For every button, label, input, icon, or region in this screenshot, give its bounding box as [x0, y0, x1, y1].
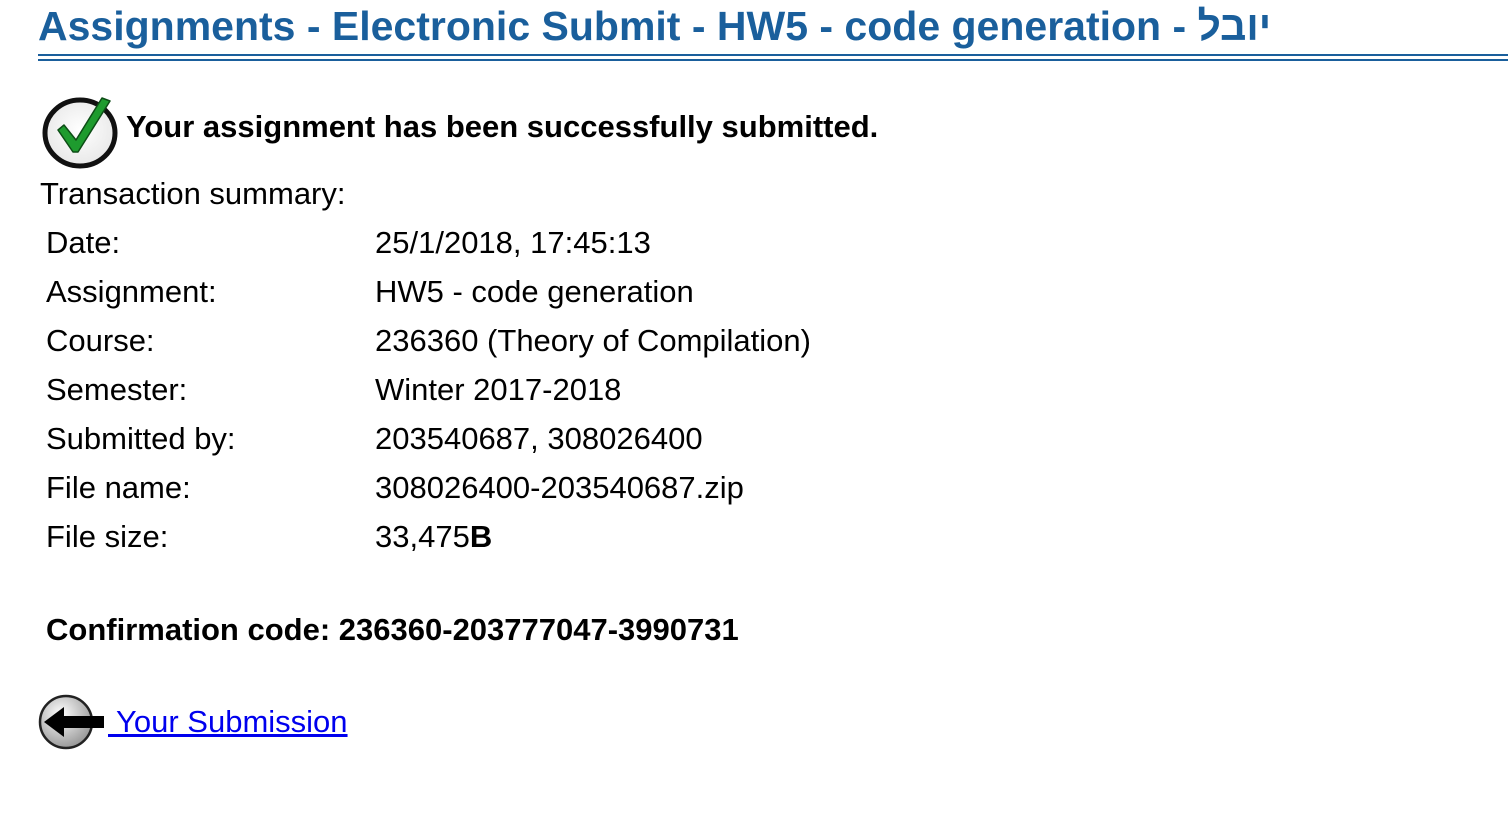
page-title: Assignments - Electronic Submit - HW5 - …	[38, 3, 1272, 49]
assignment-label: Assignment:	[46, 273, 217, 309]
file-name-value: 308026400-203540687.zip	[375, 469, 744, 505]
summary-row-assignment: Assignment: HW5 - code generation	[46, 267, 811, 316]
confirmation-line: Confirmation code: 236360-203777047-3990…	[46, 612, 739, 648]
title-divider	[38, 54, 1508, 61]
submitted-by-value: 203540687, 308026400	[375, 420, 703, 456]
summary-row-file-name: File name: 308026400-203540687.zip	[46, 463, 811, 512]
course-label: Course:	[46, 322, 155, 358]
file-size-unit: B	[469, 518, 493, 554]
your-submission-link[interactable]: Your Submission	[108, 704, 348, 740]
assignment-value: HW5 - code generation	[375, 273, 694, 309]
summary-heading: Transaction summary:	[40, 176, 346, 211]
semester-value: Winter 2017-2018	[375, 371, 622, 407]
summary-row-semester: Semester: Winter 2017-2018	[46, 365, 811, 414]
date-label: Date:	[46, 224, 121, 260]
confirmation-code: 236360-203777047-3990731	[338, 612, 739, 647]
file-size-label: File size:	[46, 518, 169, 554]
success-banner: Your assignment has been successfully su…	[40, 88, 878, 170]
page-header: Assignments - Electronic Submit - HW5 - …	[38, 0, 1508, 61]
success-message: Your assignment has been successfully su…	[126, 109, 879, 144]
success-checkmark-icon	[42, 97, 118, 169]
summary-row-date: Date: 25/1/2018, 17:45:13	[46, 218, 811, 267]
submitted-by-label: Submitted by:	[46, 420, 236, 456]
file-name-label: File name:	[46, 469, 191, 505]
semester-label: Semester:	[46, 371, 188, 407]
file-size-value: 33,475	[375, 518, 470, 554]
back-arrow-icon[interactable]	[36, 692, 106, 752]
transaction-summary-table: Date: 25/1/2018, 17:45:13 Assignment: HW…	[46, 218, 811, 561]
date-value: 25/1/2018, 17:45:13	[375, 224, 651, 260]
summary-row-submitted-by: Submitted by: 203540687, 308026400	[46, 414, 811, 463]
summary-row-course: Course: 236360 (Theory of Compilation)	[46, 316, 811, 365]
back-navigation[interactable]: Your Submission	[36, 692, 348, 752]
file-size-cell: 33,475B	[375, 512, 811, 561]
summary-row-file-size: File size: 33,475B	[46, 512, 811, 561]
confirmation-label: Confirmation code:	[46, 612, 331, 647]
course-value: 236360 (Theory of Compilation)	[375, 322, 811, 358]
